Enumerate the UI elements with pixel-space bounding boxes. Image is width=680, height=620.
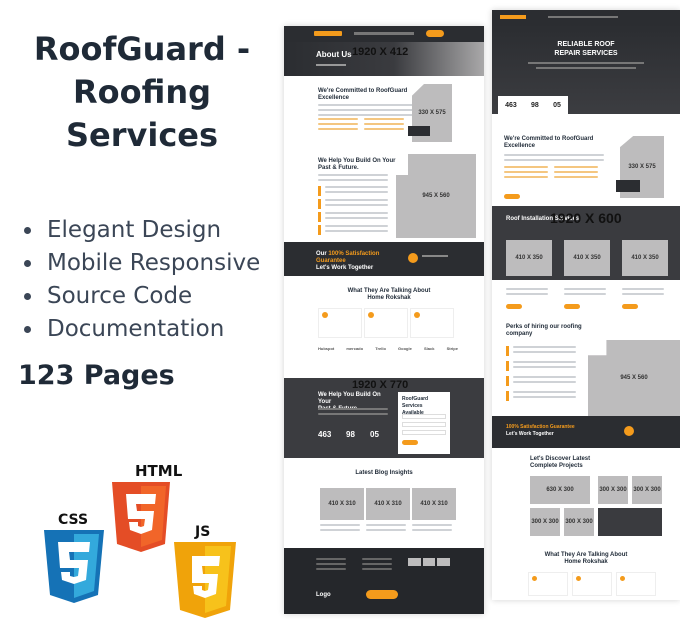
brand-logos: Hubspot mercado Trello Google Slack Stripe bbox=[318, 346, 458, 351]
css3-icon: CSS bbox=[44, 512, 104, 603]
preview-nav-bar bbox=[284, 26, 484, 42]
product-title: RoofGuard - Roofing Services bbox=[33, 30, 251, 154]
about-page-preview: About Us 1920 X 412 We're Committed to R… bbox=[284, 26, 484, 614]
svg-text:JS: JS bbox=[194, 524, 210, 540]
hero-stats: 463 98 05 bbox=[498, 96, 568, 114]
svg-text:HTML: HTML bbox=[135, 462, 183, 480]
committed-section: We're Committed to RoofGuard Excellence … bbox=[284, 80, 484, 150]
home-hero: RELIABLE ROOF REPAIR SERVICES 463 98 05 bbox=[492, 24, 680, 114]
about-hero-title: About Us bbox=[316, 50, 352, 59]
testimonials-section: What They Are Talking About Home Rokshak bbox=[492, 550, 680, 600]
service-form: RoofGuard Services Available bbox=[398, 392, 450, 454]
home-page-preview: RELIABLE ROOF REPAIR SERVICES 463 98 05 We… bbox=[492, 10, 680, 600]
blog-section: Latest Blog Insights 410 X 310 410 X 310… bbox=[284, 462, 484, 548]
html5-icon: HTML bbox=[112, 462, 183, 552]
footer: Logo bbox=[284, 548, 484, 614]
about-hero-size: 1920 X 412 bbox=[352, 46, 409, 58]
testimonials-section: What They Are Talking About Home Rokshak… bbox=[284, 278, 484, 360]
stats-section: 1920 X 770 We Help You Build On Your Pas… bbox=[284, 378, 484, 458]
pages-count: 123 Pages bbox=[18, 360, 175, 391]
feature-item: Mobile Responsive bbox=[20, 247, 260, 280]
feature-item: Source Code bbox=[20, 280, 260, 313]
js-icon: JS bbox=[174, 524, 236, 618]
svg-text:CSS: CSS bbox=[58, 512, 88, 528]
about-hero: About Us 1920 X 412 bbox=[284, 42, 484, 76]
committed-section: We're Committed to RoofGuard Excellence … bbox=[492, 114, 680, 210]
feature-list: Elegant Design Mobile Responsive Source … bbox=[20, 214, 260, 346]
perks-section: Perks of hiring our roofing company 945 … bbox=[492, 320, 680, 416]
projects-section: Let's Discover Latest Complete Projects … bbox=[492, 452, 680, 552]
cta-banner: 100% Satisfaction Guarantee Let's Work T… bbox=[492, 416, 680, 448]
cta-banner: Our 100% Satisfaction Guarantee Let's Wo… bbox=[284, 242, 484, 276]
image-placeholder: 945 X 560 bbox=[396, 154, 476, 238]
feature-item: Documentation bbox=[20, 313, 260, 346]
build-section: We Help You Build On Your Past & Future.… bbox=[284, 152, 484, 240]
preview-nav-bar bbox=[492, 10, 680, 24]
tech-logos: HTML CSS JS bbox=[44, 462, 236, 618]
feature-item: Elegant Design bbox=[20, 214, 260, 247]
